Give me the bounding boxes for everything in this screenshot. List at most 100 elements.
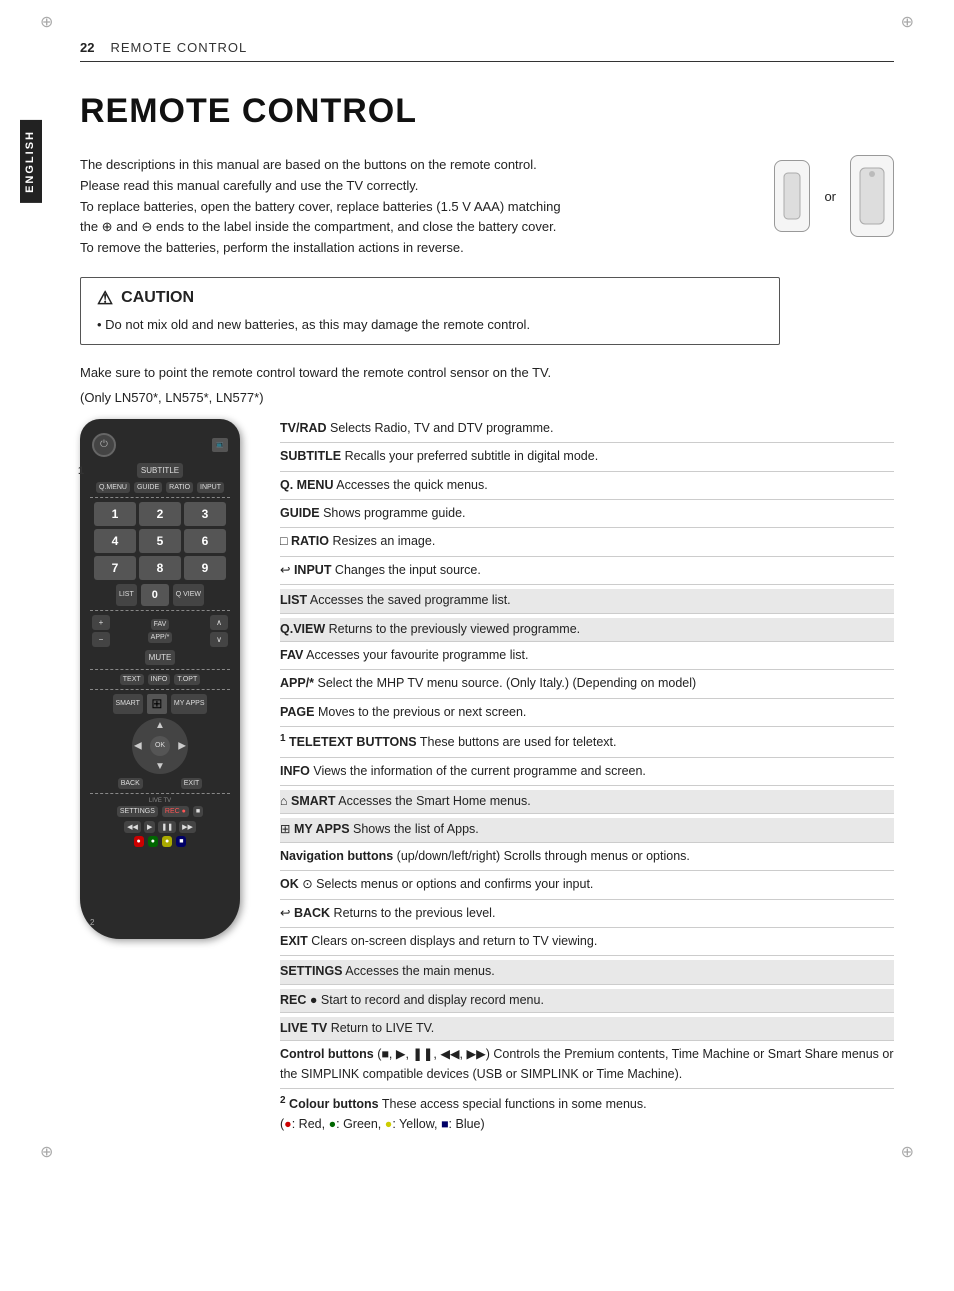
nav-ring: ▲ ▼ ◀ ▶ OK — [132, 718, 188, 774]
mute-button[interactable]: MUTE — [145, 650, 176, 665]
desc-fav: FAV Accesses your favourite programme li… — [280, 646, 894, 670]
desc-myapps: ⊞ MY APPS Shows the list of Apps. — [280, 818, 894, 842]
desc-bold-exit: EXIT — [280, 934, 308, 948]
num-2[interactable]: 2 — [139, 502, 181, 526]
crosshair-bl: ⊕ — [40, 1142, 53, 1162]
page-number: 22 — [80, 40, 94, 55]
num-0[interactable]: 0 — [141, 584, 169, 606]
rew-button[interactable]: ◀◀ — [124, 821, 141, 833]
qview-button[interactable]: Q VIEW — [173, 584, 204, 606]
blue-button[interactable]: ■ — [176, 836, 186, 847]
num-7[interactable]: 7 — [94, 556, 136, 580]
list-button[interactable]: LIST — [116, 584, 137, 606]
power-button[interactable]: ⏻ — [92, 433, 116, 457]
settings-button[interactable]: SETTINGS — [117, 806, 158, 817]
intro-line-5: To remove the batteries, perform the ins… — [80, 238, 680, 259]
desc-bold-subtitle: SUBTITLE — [280, 449, 341, 463]
pause-button[interactable]: ❚❚ — [158, 821, 176, 833]
rec-button[interactable]: REC ● — [162, 806, 189, 817]
num-3[interactable]: 3 — [184, 502, 226, 526]
desc-bold-teletext: TELETEXT BUTTONS — [289, 735, 417, 749]
section-title: REMOTE CONTROL — [110, 40, 247, 55]
input-button[interactable]: INPUT — [197, 482, 224, 493]
desc-bold-livetv: LIVE TV — [280, 1021, 327, 1035]
guide-button[interactable]: GUIDE — [134, 482, 162, 493]
intro-text: The descriptions in this manual are base… — [80, 155, 680, 259]
desc-bold-nav: Navigation buttons — [280, 849, 393, 863]
ok-button[interactable]: OK — [150, 736, 170, 756]
vol-down[interactable]: − — [92, 632, 110, 647]
desc-qmenu: Q. MENU Accesses the quick menus. — [280, 476, 894, 500]
badge-1: 1 — [78, 465, 84, 477]
intro-line-2: Please read this manual carefully and us… — [80, 176, 680, 197]
language-tab: ENGLISH — [20, 120, 42, 203]
green-button[interactable]: ● — [148, 836, 158, 847]
yellow-button[interactable]: ● — [162, 836, 172, 847]
subtitle-button[interactable]: SUBTITLE — [137, 463, 183, 478]
page-control: ∧ ∨ — [210, 615, 228, 647]
qmenu-button[interactable]: Q.MENU — [96, 482, 130, 493]
caution-icon: ⚠ — [97, 288, 113, 309]
desc-colour-btns: 2 Colour buttons These access special fu… — [280, 1093, 894, 1134]
desc-livetv: LIVE TV Return to LIVE TV. — [280, 1017, 894, 1041]
exit-button[interactable]: EXIT — [181, 778, 203, 789]
ratio-button[interactable]: RATIO — [166, 482, 193, 493]
text-button[interactable]: TEXT — [120, 674, 144, 685]
num-6[interactable]: 6 — [184, 529, 226, 553]
stop-button[interactable]: ■ — [193, 806, 203, 817]
nav-left[interactable]: ◀ — [134, 740, 142, 751]
info-button[interactable]: INFO — [148, 674, 171, 685]
intro-line-1: The descriptions in this manual are base… — [80, 155, 680, 176]
num-1[interactable]: 1 — [94, 502, 136, 526]
page-up[interactable]: ∧ — [210, 615, 228, 630]
desc-exit: EXIT Clears on-screen displays and retur… — [280, 932, 894, 956]
fav-app: FAV APP/* — [148, 619, 173, 643]
num-8[interactable]: 8 — [139, 556, 181, 580]
divider-4 — [90, 689, 230, 690]
color-buttons-row: ● ● ● ■ — [88, 836, 232, 847]
num-5[interactable]: 5 — [139, 529, 181, 553]
back-button[interactable]: BACK — [118, 778, 143, 789]
vol-control: + − — [92, 615, 110, 647]
red-button[interactable]: ● — [134, 836, 144, 847]
grid-icon-button[interactable]: ⊞ — [147, 694, 167, 714]
mute-row: MUTE — [88, 650, 232, 665]
page: ENGLISH 22 REMOTE CONTROL REMOTE CONTROL… — [0, 0, 954, 1174]
desc-bold-smart: SMART — [291, 794, 335, 808]
intro-line-3: To replace batteries, open the battery c… — [80, 197, 680, 218]
num-4[interactable]: 4 — [94, 529, 136, 553]
page-down[interactable]: ∨ — [210, 632, 228, 647]
nav-down[interactable]: ▼ — [155, 761, 165, 772]
num-9[interactable]: 9 — [184, 556, 226, 580]
desc-bold-page: PAGE — [280, 705, 315, 719]
caution-text: • Do not mix old and new batteries, as t… — [97, 317, 763, 332]
nav-up[interactable]: ▲ — [155, 720, 165, 731]
divider-1 — [90, 497, 230, 498]
desc-control-btns: Control buttons (■, ▶, ❚❚, ◀◀, ▶▶) Contr… — [280, 1045, 894, 1089]
desc-info: INFO Views the information of the curren… — [280, 762, 894, 786]
desc-smart: ⌂ SMART Accesses the Smart Home menus. — [280, 790, 894, 814]
desc-list: LIST Accesses the saved programme list. — [280, 589, 894, 613]
nav-right[interactable]: ▶ — [178, 740, 186, 751]
caution-title: CAUTION — [121, 289, 194, 307]
vol-up[interactable]: + — [92, 615, 110, 630]
fav-button[interactable]: FAV — [151, 619, 170, 630]
myapps-button[interactable]: MY APPS — [171, 694, 208, 714]
desc-nav: Navigation buttons (up/down/left/right) … — [280, 847, 894, 871]
topt-button[interactable]: T.OPT — [174, 674, 200, 685]
desc-bold-back: BACK — [294, 906, 330, 920]
nav-area: ▲ ▼ ◀ ▶ OK — [88, 718, 232, 774]
remote-image-area: or — [774, 155, 894, 237]
play-button[interactable]: ▶ — [144, 821, 155, 833]
caution-header: ⚠ CAUTION — [97, 288, 763, 309]
crosshair-tr: ⊕ — [901, 12, 914, 32]
desc-ok: OK ⊙ Selects menus or options and confir… — [280, 875, 894, 899]
page-header: 22 REMOTE CONTROL — [80, 40, 894, 62]
app-button[interactable]: APP/* — [148, 632, 173, 643]
smart-button[interactable]: SMART — [113, 694, 143, 714]
desc-bold-ok: OK — [280, 877, 299, 891]
fwd-button[interactable]: ▶▶ — [179, 821, 196, 833]
desc-teletext: 1 TELETEXT BUTTONS These buttons are use… — [280, 731, 894, 758]
desc-bold-ratio: RATIO — [291, 534, 329, 548]
nav-circle-container: ▲ ▼ ◀ ▶ OK — [132, 718, 188, 774]
